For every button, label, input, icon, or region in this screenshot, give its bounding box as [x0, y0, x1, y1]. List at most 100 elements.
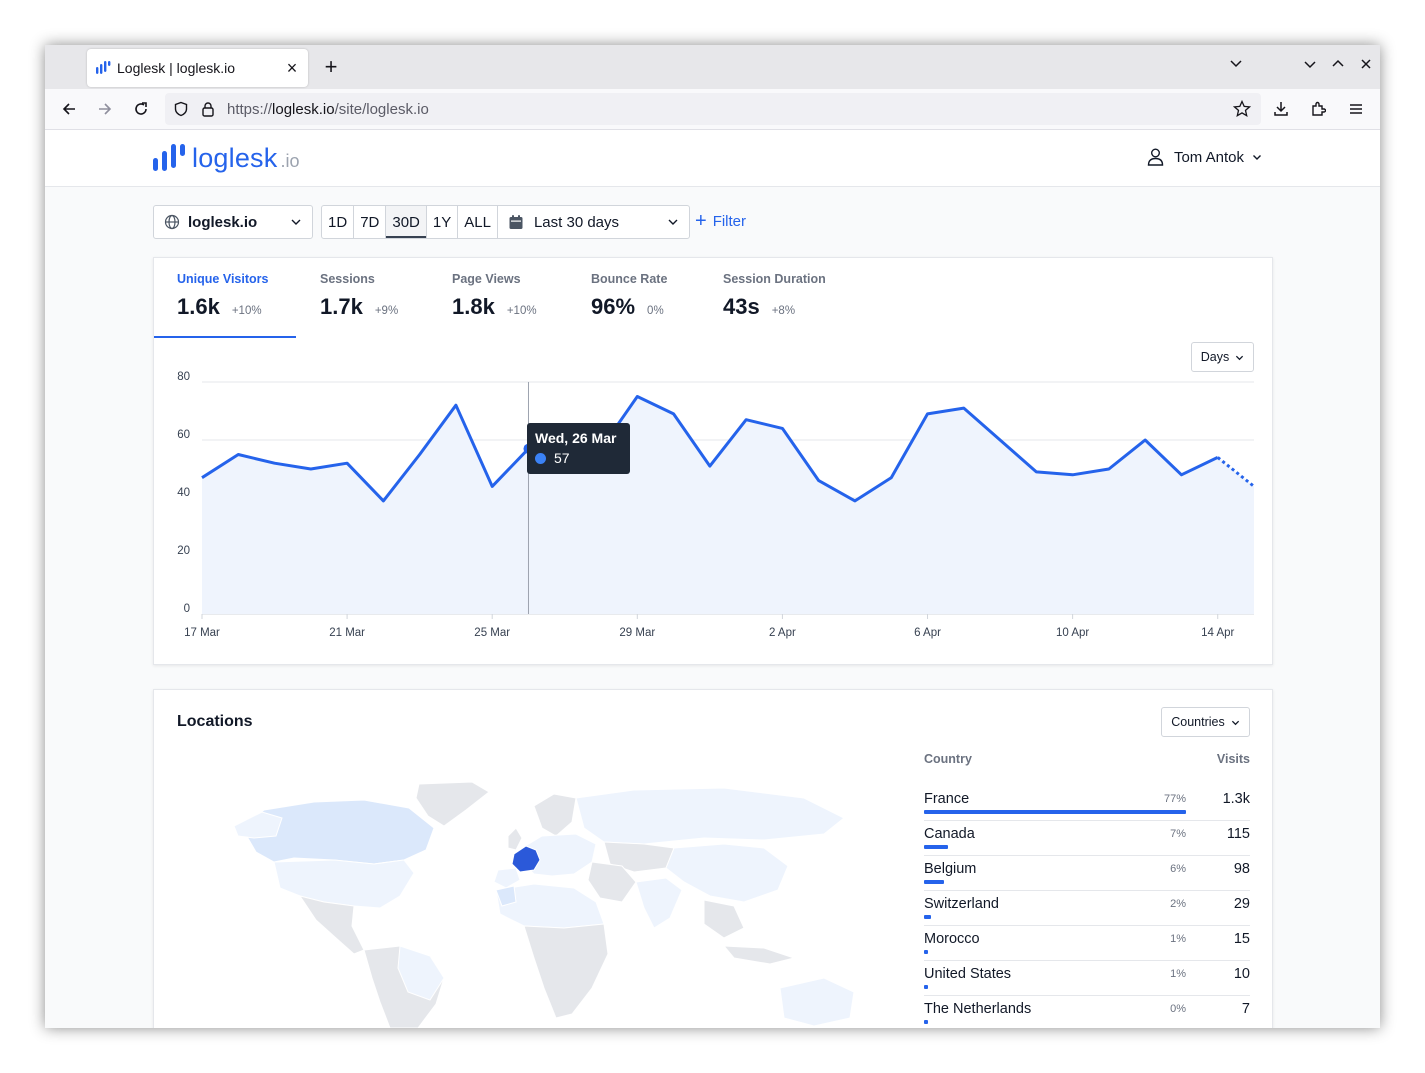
- filter-button[interactable]: + Filter: [695, 210, 747, 232]
- maximize-icon[interactable]: [1331, 57, 1345, 71]
- map-africa-south: [523, 923, 609, 1019]
- metric-value: 96%: [591, 294, 636, 319]
- country-share-bar: [924, 950, 928, 954]
- country-table-header: Country Visits: [924, 752, 1250, 786]
- chart-tooltip: Wed, 26 Mar 57: [527, 423, 630, 474]
- country-share-bar: [924, 915, 931, 919]
- menu-hamburger-icon[interactable]: [1344, 97, 1368, 121]
- country-percent: 1%: [1170, 933, 1186, 945]
- metric-page-views[interactable]: Page Views 1.8k +10%: [452, 258, 537, 338]
- country-row[interactable]: Morocco 1% 15: [924, 926, 1250, 961]
- country-row[interactable]: Canada 7% 115: [924, 821, 1250, 856]
- back-icon[interactable]: [57, 97, 81, 121]
- user-icon: [1147, 148, 1164, 166]
- tab-title: Loglesk | loglesk.io: [117, 60, 236, 76]
- extensions-icon[interactable]: [1306, 97, 1330, 121]
- url-host: loglesk.io: [272, 101, 335, 118]
- metric-bounce-rate[interactable]: Bounce Rate 96% 0%: [591, 258, 667, 338]
- bookmark-star-icon[interactable]: [1233, 100, 1251, 118]
- x-tick-label: 10 Apr: [1056, 627, 1089, 639]
- logo[interactable]: loglesk .io: [153, 142, 299, 174]
- country-row[interactable]: United States 1% 10: [924, 961, 1250, 996]
- country-name: Switzerland: [924, 896, 999, 912]
- country-share-bar: [924, 1020, 928, 1024]
- forward-icon[interactable]: [93, 97, 117, 121]
- page-content: loglesk .io Tom Antok loglesk.io 1D 7D 30…: [45, 130, 1380, 1028]
- metric-label: Sessions: [320, 272, 375, 286]
- user-menu[interactable]: Tom Antok: [1147, 148, 1272, 166]
- country-row[interactable]: Belgium 6% 98: [924, 856, 1250, 891]
- world-map[interactable]: [204, 778, 884, 1028]
- map-australia: [779, 977, 855, 1027]
- period-1d-button[interactable]: 1D: [322, 206, 355, 238]
- country-visits: 115: [1226, 826, 1250, 842]
- minimize-icon[interactable]: [1303, 57, 1317, 71]
- new-tab-icon[interactable]: +: [319, 55, 343, 79]
- country-name: The Netherlands: [924, 1001, 1032, 1017]
- plus-icon: +: [695, 210, 707, 232]
- tab-list-chevron-down-icon[interactable]: [1229, 57, 1243, 71]
- country-row[interactable]: France 77% 1.3k: [924, 786, 1250, 821]
- column-visits: Visits: [1216, 752, 1250, 766]
- metric-label: Page Views: [452, 272, 521, 286]
- lock-icon[interactable]: [201, 101, 215, 117]
- tooltip-value: 57: [554, 450, 570, 466]
- browser-tab[interactable]: Loglesk | loglesk.io ×: [87, 49, 308, 87]
- country-percent: 0%: [1170, 1003, 1186, 1015]
- period-all-button[interactable]: ALL: [458, 206, 498, 238]
- y-tick-label: 80: [177, 371, 190, 383]
- location-view-select[interactable]: Countries: [1161, 707, 1250, 737]
- shield-icon[interactable]: [173, 101, 189, 117]
- close-tab-icon[interactable]: ×: [284, 58, 300, 79]
- period-7d-button[interactable]: 7D: [354, 206, 387, 238]
- loglesk-favicon-icon: [96, 61, 111, 74]
- country-name: United States: [924, 966, 1012, 982]
- chart-area: [202, 396, 1254, 614]
- metric-value: 1.8k: [452, 294, 495, 319]
- metric-change: +8%: [771, 305, 796, 317]
- x-tick-label: 25 Mar: [474, 627, 510, 639]
- navigation-bar: https://loglesk.io/site/loglesk.io: [45, 89, 1380, 130]
- reload-icon[interactable]: [129, 97, 153, 121]
- period-30d-button[interactable]: 30D: [386, 206, 427, 238]
- country-visits: 29: [1233, 896, 1250, 912]
- period-selector: 1D 7D 30D 1Y ALL Last 30 days: [321, 205, 690, 239]
- map-alaska: [233, 811, 283, 839]
- browser-window: Loglesk | loglesk.io × + https://loglesk…: [45, 45, 1380, 1028]
- metric-sessions[interactable]: Sessions 1.7k +9%: [320, 258, 398, 338]
- url-bar[interactable]: https://loglesk.io/site/loglesk.io: [165, 93, 1261, 125]
- metric-change: +10%: [231, 305, 262, 317]
- country-percent: 1%: [1170, 968, 1186, 980]
- site-selector[interactable]: loglesk.io: [153, 205, 313, 239]
- app-header: loglesk .io Tom Antok: [45, 130, 1380, 187]
- country-share-bar: [924, 845, 948, 849]
- y-tick-label: 40: [177, 487, 190, 499]
- x-tick-label: 2 Apr: [769, 627, 796, 639]
- visitors-chart[interactable]: 0 20 40 60 80 17 Mar 21 Mar 25 Mar 29 Mar 2 Apr 6 …: [154, 368, 1274, 658]
- country-name: France: [924, 791, 970, 807]
- downloads-icon[interactable]: [1269, 97, 1293, 121]
- metric-unique-visitors[interactable]: Unique Visitors 1.6k +10%: [177, 258, 268, 338]
- url-text[interactable]: https://loglesk.io/site/loglesk.io: [227, 101, 429, 118]
- metric-label: Session Duration: [723, 272, 826, 286]
- close-window-icon[interactable]: [1359, 57, 1373, 71]
- country-row[interactable]: Switzerland 2% 29: [924, 891, 1250, 926]
- country-percent: 6%: [1170, 863, 1186, 875]
- country-percent: 7%: [1170, 828, 1186, 840]
- map-russia: [575, 787, 845, 845]
- filter-label: Filter: [712, 212, 747, 230]
- x-tick-label: 21 Mar: [329, 627, 365, 639]
- site-selector-label: loglesk.io: [188, 213, 258, 231]
- country-rows: France 77% 1.3k Canada 7% 115 Belgium 6% 98 Switz…: [924, 786, 1250, 1028]
- date-range-select[interactable]: Last 30 days: [498, 206, 689, 238]
- y-tick-label: 60: [177, 429, 190, 441]
- map-uk: [507, 827, 523, 851]
- period-1y-button[interactable]: 1Y: [427, 206, 459, 238]
- country-row[interactable]: The Netherlands 0% 7: [924, 996, 1250, 1028]
- metric-session-duration[interactable]: Session Duration 43s +8%: [723, 258, 826, 338]
- map-china: [665, 843, 789, 903]
- country-share-bar: [924, 880, 945, 884]
- chevron-down-icon: [1236, 355, 1244, 360]
- chevron-down-icon: [291, 219, 301, 225]
- map-indonesia: [722, 945, 796, 965]
